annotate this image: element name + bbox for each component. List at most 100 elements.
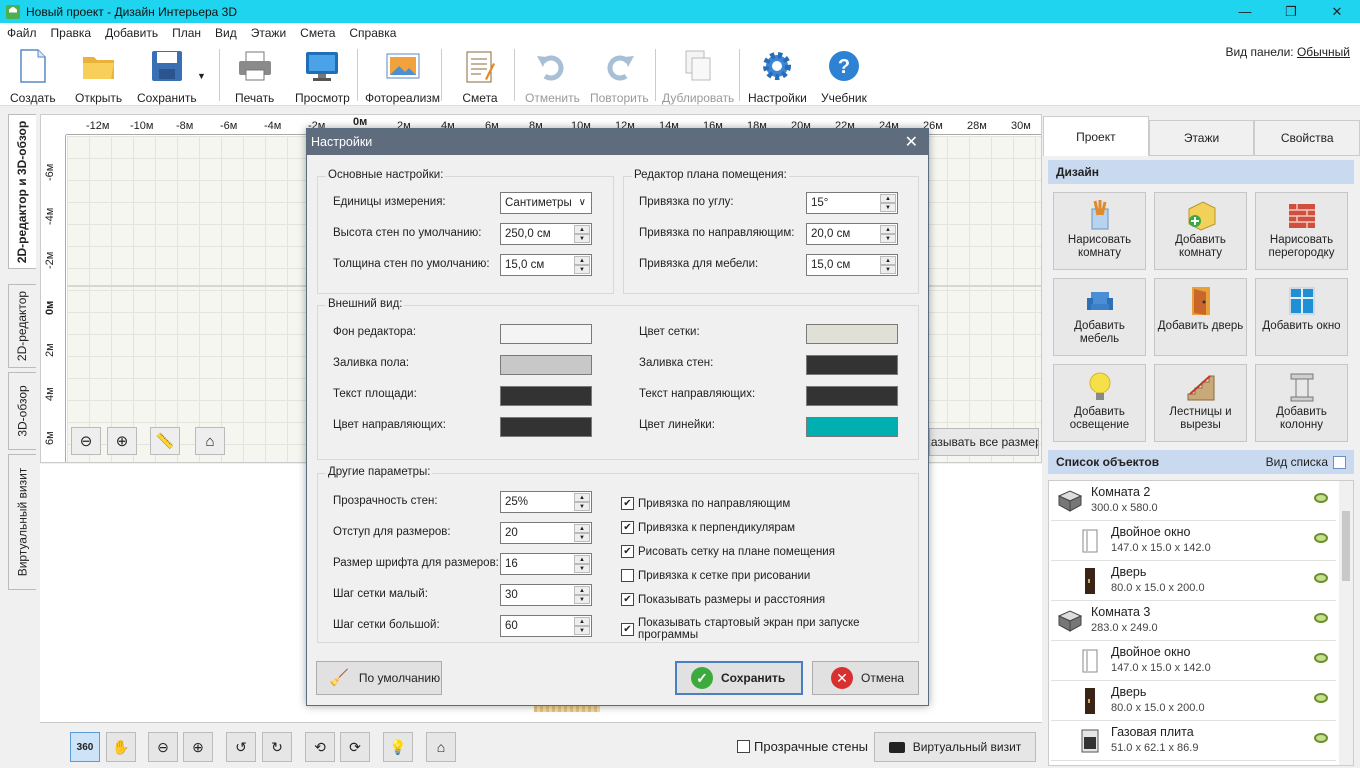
spin-down-icon[interactable]: ▼ [880, 265, 896, 274]
wall-height-input[interactable]: 250,0 см ▲ ▼ [500, 223, 592, 245]
ruler-button[interactable]: 📏 [150, 427, 180, 455]
add-column-button[interactable]: Добавить колонну [1255, 364, 1348, 442]
settings-button[interactable]: Настройки [748, 47, 807, 105]
spin-up-icon[interactable]: ▲ [574, 586, 590, 595]
orbit-right-button[interactable]: ⟳ [340, 732, 370, 762]
virtual-visit-button[interactable]: Виртуальный визит [874, 732, 1036, 762]
visibility-eye-icon[interactable] [1314, 653, 1328, 663]
visibility-eye-icon[interactable] [1314, 613, 1328, 623]
dimension-font-size-input[interactable]: 16 ▲ ▼ [500, 553, 592, 575]
spin-down-icon[interactable]: ▼ [574, 234, 590, 243]
add-window-button[interactable]: Добавить окно [1255, 278, 1348, 356]
rotate-left-button[interactable]: ↺ [226, 732, 256, 762]
tab-floors[interactable]: Этажи [1148, 120, 1255, 156]
spin-down-icon[interactable]: ▼ [574, 564, 590, 573]
spin-down-icon[interactable]: ▼ [574, 595, 590, 604]
zoom-in-button[interactable]: ⊕ [107, 427, 137, 455]
snap-grid-checkbox[interactable]: Привязка к сетке при рисовании [621, 569, 810, 582]
lighting-button[interactable]: 💡 [383, 732, 413, 762]
ruler-color[interactable] [806, 417, 898, 437]
dimension-offset-input[interactable]: 20 ▲ ▼ [500, 522, 592, 544]
editor-background-color[interactable] [500, 324, 592, 344]
spin-up-icon[interactable]: ▲ [574, 524, 590, 533]
spin-down-icon[interactable]: ▼ [574, 265, 590, 274]
orbit-left-button[interactable]: ⟲ [305, 732, 335, 762]
draw-room-button[interactable]: Нарисовать комнату [1053, 192, 1146, 270]
spin-up-icon[interactable]: ▲ [880, 256, 896, 265]
units-select[interactable]: Сантиметры ∨ [500, 192, 592, 214]
spin-up-icon[interactable]: ▲ [574, 617, 590, 626]
open-button[interactable]: Открыть [75, 47, 122, 105]
list-item[interactable]: Дверь 80.0 x 15.0 x 200.0 [1051, 681, 1336, 721]
duplicate-button[interactable]: Дублировать [662, 47, 734, 105]
menu-file[interactable]: Файл [0, 26, 44, 40]
tab-2d-3d[interactable]: 2D-редактор и 3D-обзор [8, 114, 36, 269]
spin-up-icon[interactable]: ▲ [880, 194, 896, 203]
tab-project[interactable]: Проект [1043, 116, 1149, 156]
draw-grid-checkbox[interactable]: ✔ Рисовать сетку на плане помещения [621, 545, 835, 558]
menu-edit[interactable]: Правка [44, 26, 99, 40]
wall-fill-color[interactable] [806, 355, 898, 375]
menu-help[interactable]: Справка [342, 26, 403, 40]
list-view-label[interactable]: Вид списка [1266, 455, 1328, 469]
tab-3d[interactable]: 3D-обзор [8, 372, 36, 450]
add-furniture-button[interactable]: Добавить мебель [1053, 278, 1146, 356]
wall-transparency-input[interactable]: 25% ▲ ▼ [500, 491, 592, 513]
menu-floors[interactable]: Этажи [244, 26, 293, 40]
list-view-icon[interactable] [1333, 455, 1346, 469]
spin-up-icon[interactable]: ▲ [880, 225, 896, 234]
default-button[interactable]: 🧹 По умолчанию [316, 661, 442, 695]
dialog-cancel-button[interactable]: ✕ Отмена [812, 661, 919, 695]
spin-down-icon[interactable]: ▼ [880, 203, 896, 212]
save-dropdown-icon[interactable]: ▼ [197, 71, 206, 81]
undo-button[interactable]: Отменить [525, 47, 580, 105]
list-item[interactable]: Дверь 80.0 x 15.0 x 200.0 [1051, 561, 1336, 601]
pan-button[interactable]: ✋ [106, 732, 136, 762]
rotate-360-button[interactable]: 360 [70, 732, 100, 762]
spin-up-icon[interactable]: ▲ [574, 555, 590, 564]
spin-up-icon[interactable]: ▲ [574, 225, 590, 234]
tutorial-button[interactable]: ? Учебник [821, 47, 867, 105]
spin-up-icon[interactable]: ▲ [574, 493, 590, 502]
3d-zoom-out-button[interactable]: ⊖ [148, 732, 178, 762]
snap-perpendicular-checkbox[interactable]: ✔ Привязка к перпендикулярам [621, 521, 795, 534]
tab-2d[interactable]: 2D-редактор [8, 284, 36, 368]
menu-plan[interactable]: План [165, 26, 208, 40]
menu-view[interactable]: Вид [208, 26, 244, 40]
zoom-out-button[interactable]: ⊖ [71, 427, 101, 455]
show-start-screen-checkbox[interactable]: ✔ Показывать стартовый экран при запуске … [621, 617, 918, 641]
tab-virtual-visit[interactable]: Виртуальный визит [8, 454, 36, 590]
rotate-right-button[interactable]: ↻ [262, 732, 292, 762]
menu-add[interactable]: Добавить [98, 26, 165, 40]
object-list-scrollbar[interactable] [1339, 481, 1353, 765]
wall-thickness-input[interactable]: 15,0 см ▲ ▼ [500, 254, 592, 276]
snap-guides-checkbox[interactable]: ✔ Привязка по направляющим [621, 497, 790, 510]
preview-button[interactable]: Просмотр [295, 47, 350, 105]
small-grid-step-input[interactable]: 30 ▲ ▼ [500, 584, 592, 606]
visibility-eye-icon[interactable] [1314, 493, 1328, 503]
guides-color[interactable] [500, 417, 592, 437]
home-button[interactable]: ⌂ [195, 427, 225, 455]
tab-properties[interactable]: Свойства [1254, 120, 1360, 156]
visibility-eye-icon[interactable] [1314, 733, 1328, 743]
print-button[interactable]: Печать [235, 47, 274, 105]
redo-button[interactable]: Повторить [590, 47, 649, 105]
spin-down-icon[interactable]: ▼ [880, 234, 896, 243]
list-item[interactable]: Двойное окно 147.0 x 15.0 x 142.0 [1051, 521, 1336, 561]
3d-zoom-in-button[interactable]: ⊕ [183, 732, 213, 762]
transparent-walls-checkbox[interactable] [737, 740, 750, 753]
dialog-save-button[interactable]: ✓ Сохранить [675, 661, 803, 695]
stairs-cutouts-button[interactable]: Лестницы и вырезы [1154, 364, 1247, 442]
close-window-button[interactable]: ✕ [1314, 0, 1360, 23]
add-room-button[interactable]: Добавить комнату [1154, 192, 1247, 270]
draw-partition-button[interactable]: Нарисовать перегородку [1255, 192, 1348, 270]
visibility-eye-icon[interactable] [1314, 693, 1328, 703]
panel-view-link[interactable]: Обычный [1297, 45, 1350, 59]
add-door-button[interactable]: Добавить дверь [1154, 278, 1247, 356]
estimate-button[interactable]: Смета [461, 47, 499, 105]
visibility-eye-icon[interactable] [1314, 533, 1328, 543]
scrollbar-thumb[interactable] [1342, 511, 1350, 581]
3d-home-button[interactable]: ⌂ [426, 732, 456, 762]
spin-up-icon[interactable]: ▲ [574, 256, 590, 265]
list-item[interactable]: Комната 3 283.0 x 249.0 [1051, 601, 1336, 641]
